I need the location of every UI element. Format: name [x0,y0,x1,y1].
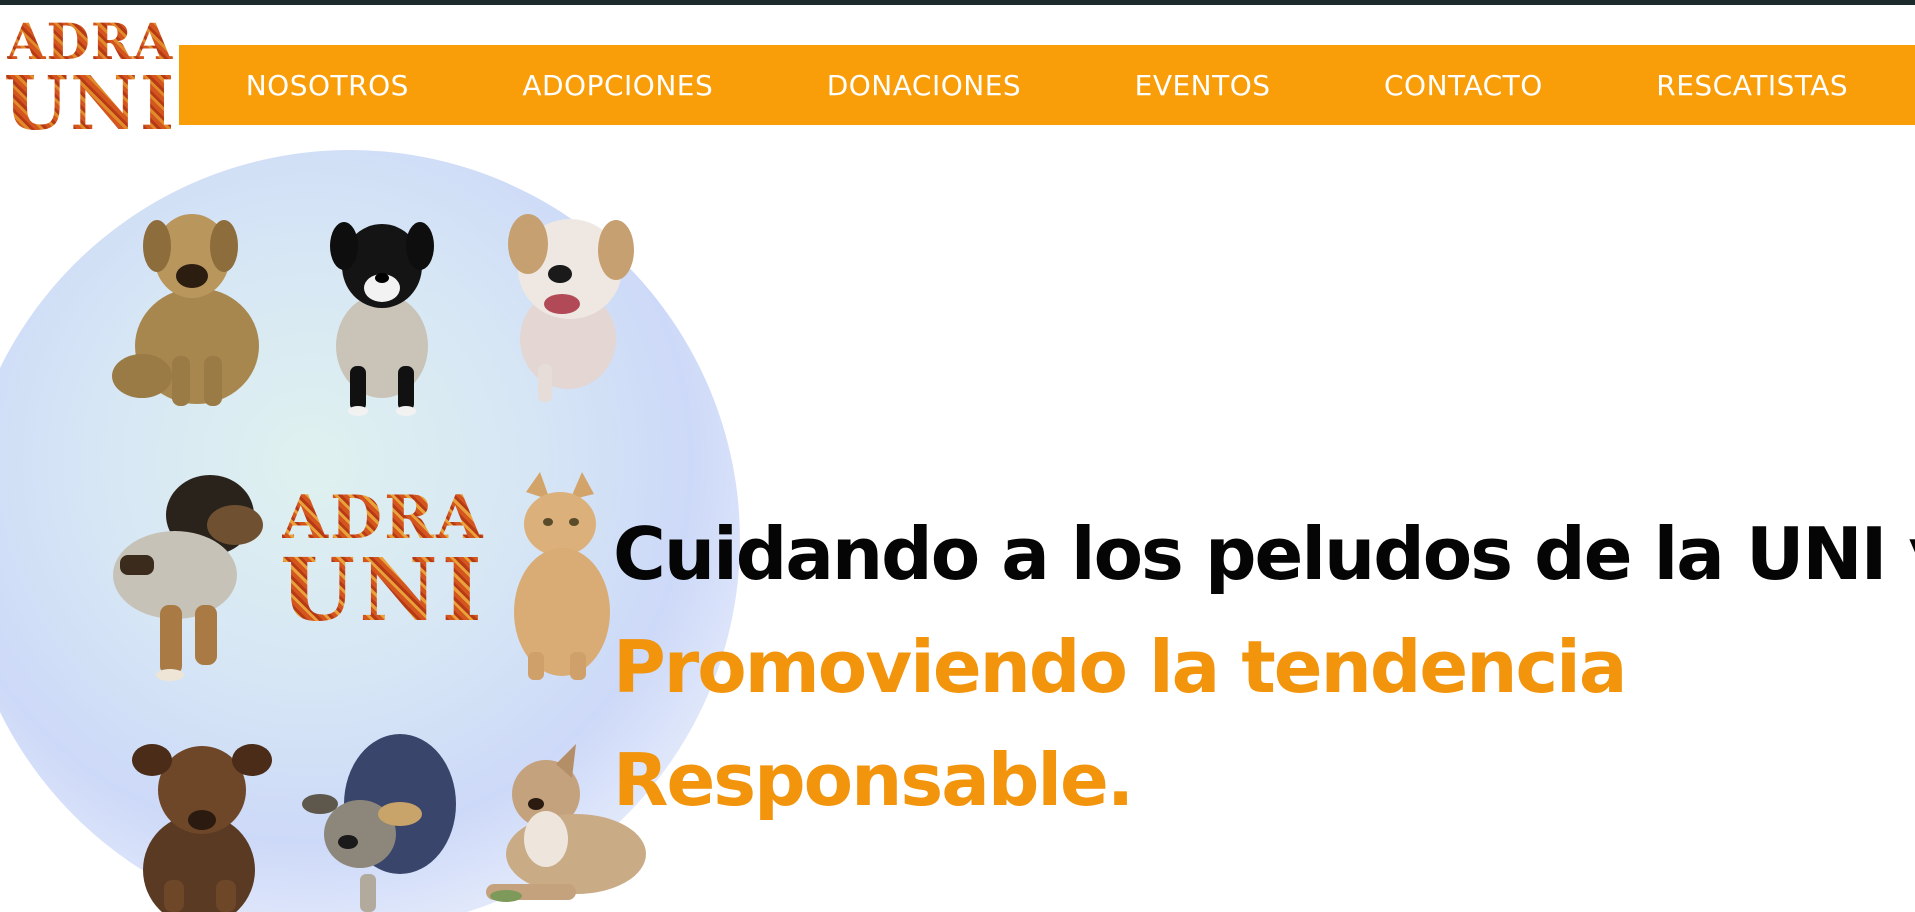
page: ADRA UNI NOSOTROS ADOPCIONES DONACIONES … [0,0,1915,912]
headline-line-1: Cuidando a los peludos de la UNI y [613,512,1915,597]
hero-logo-line-2: UNI [280,540,486,641]
main-navbar: NOSOTROS ADOPCIONES DONACIONES EVENTOS C… [179,45,1915,125]
dog-brown-sitting-image [132,744,272,912]
nav-item-rescatistas[interactable]: RESCATISTAS [1656,69,1848,102]
nav-item-nosotros[interactable]: NOSOTROS [246,69,409,102]
site-logo[interactable]: ADRA UNI [3,12,177,147]
hero-logo: ADRA UNI [278,488,488,638]
cat-orange-sitting-image [514,472,610,680]
logo-line-1: ADRA [6,12,174,71]
headline-line-3: Responsable. [613,738,1134,823]
dog-brown-lying-shirt-image [113,475,263,681]
nav-item-adopciones[interactable]: ADOPCIONES [522,69,713,102]
headline-line-2: Promoviendo la tendencia [613,625,1627,710]
hero-logo-line-1: ADRA [281,483,485,553]
nav-item-donaciones[interactable]: DONACIONES [827,69,1021,102]
hero-headline: Cuidando a los peludos de la UNI y Promo… [613,498,1915,837]
dog-golden-sitting-image [112,214,259,406]
nav-item-eventos[interactable]: EVENTOS [1135,69,1271,102]
top-strip [0,0,1915,5]
dog-black-white-sitting-image [330,222,434,416]
dog-grey-shirt-image [302,734,456,912]
nav-item-contacto[interactable]: CONTACTO [1384,69,1543,102]
logo-line-2: UNI [3,61,177,147]
dog-white-looking-up-image [508,214,634,402]
